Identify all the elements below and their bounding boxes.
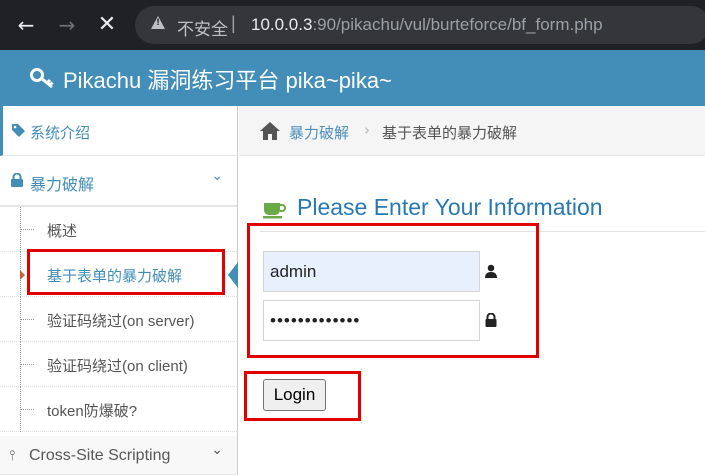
insecure-label[interactable]: 不安全 — [177, 15, 228, 40]
sidebar-item-label: Cross-Site Scripting — [29, 447, 171, 464]
breadcrumb-separator: › — [364, 121, 370, 139]
url-host: 10.0.0.3 — [251, 15, 313, 34]
app-title[interactable]: Pikachu 漏洞练习平台 pika~pika~ — [63, 63, 392, 95]
back-arrow-icon[interactable]: ← — [14, 13, 38, 37]
submenu-item-overview[interactable]: 概述 — [0, 207, 237, 252]
user-icon — [485, 264, 497, 278]
username-input[interactable] — [263, 251, 480, 292]
submenu-item-label: token防爆破? — [47, 403, 138, 420]
sidebar-item-system-intro[interactable]: 系统介绍 — [0, 106, 237, 156]
breadcrumb-link-brute-force[interactable]: 暴力破解 — [289, 122, 349, 143]
submenu-item-label: 概述 — [47, 223, 78, 240]
address-bar[interactable]: 不安全 | 10.0.0.3:90/pikachu/vul/burteforce… — [135, 6, 705, 44]
url-path: :90/pikachu/vul/burteforce/bf_form.php — [312, 15, 603, 34]
menu-highlight-box — [27, 249, 225, 295]
submenu-item-token[interactable]: token防爆破? — [0, 387, 237, 432]
tree-dash — [20, 409, 34, 410]
key-icon — [30, 68, 54, 89]
breadcrumb-current: 基于表单的暴力破解 — [382, 125, 518, 142]
password-input[interactable] — [263, 300, 480, 341]
home-icon[interactable] — [259, 121, 281, 141]
brute-force-submenu: 概述 基于表单的暴力破解 验证码绕过(on server) 验证码绕过(on c… — [0, 206, 238, 436]
sidebar-item-label: 系统介绍 — [30, 125, 91, 142]
lock-icon — [11, 173, 23, 187]
chevron-down-icon: ⌄ — [211, 168, 223, 184]
sidebar-item-label: 暴力破解 — [30, 177, 95, 194]
stop-loading-icon[interactable]: ✕ — [95, 13, 119, 37]
app-header: Pikachu 漏洞练习平台 pika~pika~ — [0, 50, 705, 106]
xss-icon: ⫯ — [9, 448, 16, 464]
browser-toolbar: ← → ✕ 不安全 | 10.0.0.3:90/pikachu/vul/burt… — [0, 0, 705, 50]
submenu-item-captcha-client[interactable]: 验证码绕过(on client) — [0, 342, 237, 387]
warning-icon[interactable] — [151, 16, 165, 29]
chevron-down-icon: ⌄ — [211, 442, 223, 458]
tree-dash — [20, 229, 34, 230]
tags-icon — [12, 124, 25, 137]
coffee-icon — [263, 203, 286, 219]
form-title: Please Enter Your Information — [297, 194, 603, 220]
tree-dash — [20, 364, 34, 365]
active-pointer — [228, 262, 238, 288]
url-separator: | — [231, 13, 236, 33]
sidebar-item-brute-force[interactable]: 暴力破解 ⌄ — [0, 156, 237, 206]
tree-dash — [20, 319, 34, 320]
breadcrumb: 暴力破解 › 基于表单的暴力破解 — [239, 106, 705, 156]
url-text[interactable]: 10.0.0.3:90/pikachu/vul/burteforce/bf_fo… — [251, 15, 603, 35]
login-button[interactable]: Login — [263, 379, 326, 411]
active-caret-icon — [20, 270, 25, 280]
forward-arrow-icon[interactable]: → — [55, 13, 79, 37]
lock-icon — [485, 313, 497, 327]
submenu-item-label: 验证码绕过(on client) — [47, 358, 188, 375]
submenu-item-captcha-server[interactable]: 验证码绕过(on server) — [0, 297, 237, 342]
submenu-item-label: 验证码绕过(on server) — [47, 313, 195, 330]
sidebar-item-xss[interactable]: ⫯ Cross-Site Scripting ⌄ — [0, 436, 237, 475]
